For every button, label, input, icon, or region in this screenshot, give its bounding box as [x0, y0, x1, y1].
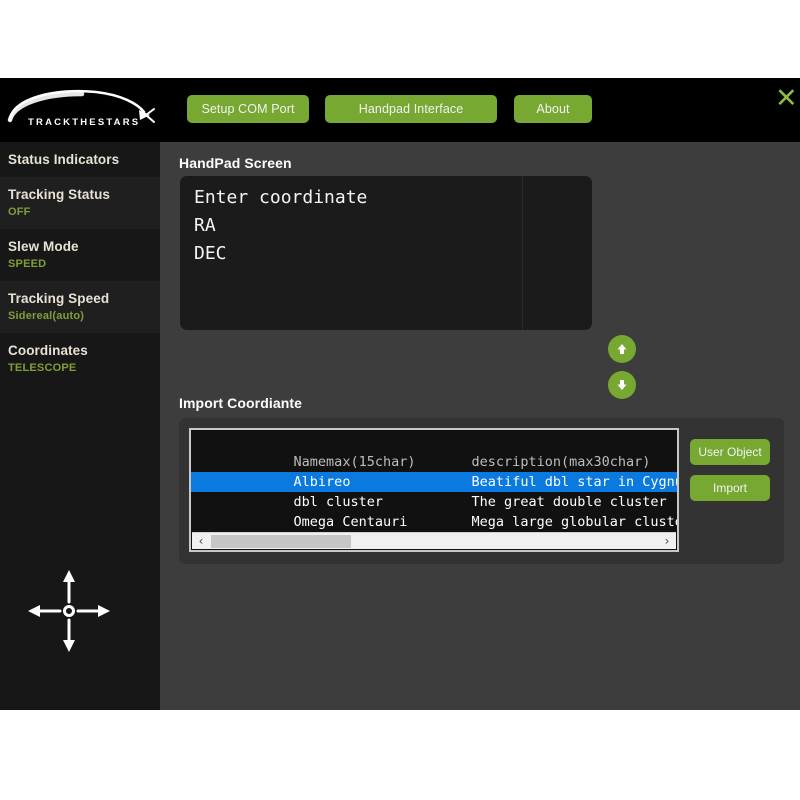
application-window: TRACKTHESTARS Setup COM Port Handpad Int…: [0, 78, 800, 710]
sidebar-item-tracking-speed[interactable]: Tracking Speed Sidereal(auto): [0, 281, 160, 333]
import-coordinate-label: Import Coordiante: [179, 395, 302, 411]
table-header-row: Namemax(15char)description(max30char): [191, 432, 677, 452]
scrollbar-left-arrow-icon[interactable]: ‹: [193, 533, 209, 549]
arrow-down-icon: [615, 378, 629, 392]
coordinates-value: TELESCOPE: [8, 361, 160, 376]
tracking-status-value: OFF: [8, 205, 160, 220]
arrow-up-icon: [615, 342, 629, 356]
scrollbar-thumb[interactable]: [211, 535, 351, 548]
top-toolbar: TRACKTHESTARS Setup COM Port Handpad Int…: [0, 78, 800, 142]
main-content: HandPad Screen Enter coordinate RA DEC E…: [160, 142, 800, 710]
tracking-speed-label: Tracking Speed: [8, 290, 160, 307]
about-button[interactable]: About: [514, 95, 592, 123]
tracking-status-label: Tracking Status: [8, 186, 160, 203]
scrollbar-right-arrow-icon[interactable]: ›: [659, 533, 675, 549]
slew-mode-label: Slew Mode: [8, 238, 160, 255]
manual-slew-compass-icon: [22, 564, 116, 658]
sidebar-heading-block: Status Indicators: [0, 142, 160, 177]
logo-wordmark: TRACKTHESTARS: [28, 117, 140, 128]
column-header-description: description(max30char): [472, 452, 651, 472]
sidebar-item-tracking-status[interactable]: Tracking Status OFF: [0, 177, 160, 229]
import-button[interactable]: Import: [690, 475, 770, 501]
trackthestars-logo: TRACKTHESTARS: [4, 84, 160, 136]
scroll-down-button[interactable]: [608, 371, 636, 399]
row-description: Beatiful dbl star in Cygnus: [472, 472, 679, 492]
row-description: Mega large globular cluster: [472, 512, 679, 532]
horizontal-scrollbar[interactable]: ‹ ›: [192, 532, 676, 549]
status-sidebar: Status Indicators Tracking Status OFF Sl…: [0, 142, 160, 710]
coordinate-list-rows: Namemax(15char)description(max30char) Al…: [191, 432, 677, 532]
handpad-screen-divider: [522, 176, 523, 330]
handpad-screen-display[interactable]: Enter coordinate RA DEC: [180, 176, 592, 330]
row-name: dbl cluster: [294, 492, 472, 512]
user-object-button[interactable]: User Object: [690, 439, 770, 465]
sidebar-item-slew-mode[interactable]: Slew Mode SPEED: [0, 229, 160, 281]
coordinate-list[interactable]: Namemax(15char)description(max30char) Al…: [189, 428, 679, 552]
handpad-interface-button[interactable]: Handpad Interface: [325, 95, 497, 123]
tracking-speed-value: Sidereal(auto): [8, 309, 160, 324]
row-description: The great double cluster: [472, 492, 667, 512]
setup-com-port-button[interactable]: Setup COM Port: [187, 95, 309, 123]
scroll-up-button[interactable]: [608, 335, 636, 363]
row-name: Albireo: [294, 472, 472, 492]
sidebar-heading: Status Indicators: [8, 151, 160, 168]
slew-mode-value: SPEED: [8, 257, 160, 272]
column-header-name: Namemax(15char): [294, 452, 472, 472]
handpad-screen-label: HandPad Screen: [179, 155, 292, 171]
coordinates-label: Coordinates: [8, 342, 160, 359]
row-name: Omega Centauri: [294, 512, 472, 532]
close-icon[interactable]: ✕: [775, 84, 800, 112]
handpad-screen-text: Enter coordinate RA DEC: [194, 184, 514, 268]
sidebar-item-coordinates[interactable]: Coordinates TELESCOPE: [0, 333, 160, 385]
import-panel: Namemax(15char)description(max30char) Al…: [179, 418, 784, 564]
